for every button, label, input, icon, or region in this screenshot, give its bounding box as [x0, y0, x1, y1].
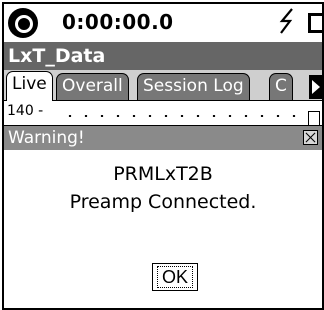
elapsed-time: 0:00:00.0	[62, 10, 174, 34]
ok-label: OK	[161, 267, 188, 287]
arrow-right-icon	[312, 80, 320, 94]
live-chart: 140 -	[4, 101, 322, 126]
chart-scrollbar[interactable]	[308, 111, 320, 126]
y-axis-tick-label: 140 -	[7, 103, 44, 119]
tab-session-log[interactable]: Session Log	[137, 73, 250, 100]
dialog-message: Preamp Connected.	[69, 191, 257, 213]
tab-bar: Live Overall Session Log C	[4, 70, 322, 101]
tab-live[interactable]: Live	[6, 71, 53, 101]
battery-icon	[308, 13, 322, 33]
app-title: LxT_Data	[4, 42, 322, 70]
tab-overall[interactable]: Overall	[56, 73, 129, 100]
ok-button[interactable]: OK	[152, 263, 198, 291]
warning-dialog: Warning! PRMLxT2B Preamp Connected. OK	[4, 125, 322, 308]
gridline-dots	[62, 115, 308, 117]
dialog-title: Warning!	[4, 126, 322, 150]
device-name: PRMLxT2B	[113, 163, 213, 185]
tab-c[interactable]: C	[269, 73, 293, 100]
device-screen: 0:00:00.0 LxT_Data Live Overall Session …	[2, 2, 324, 310]
close-icon[interactable]	[303, 130, 318, 145]
device-logo-icon[interactable]	[8, 8, 38, 38]
status-bar: 0:00:00.0	[4, 4, 322, 42]
lightning-bolt-icon	[279, 8, 293, 34]
tab-scroll-right-button[interactable]	[309, 75, 322, 99]
